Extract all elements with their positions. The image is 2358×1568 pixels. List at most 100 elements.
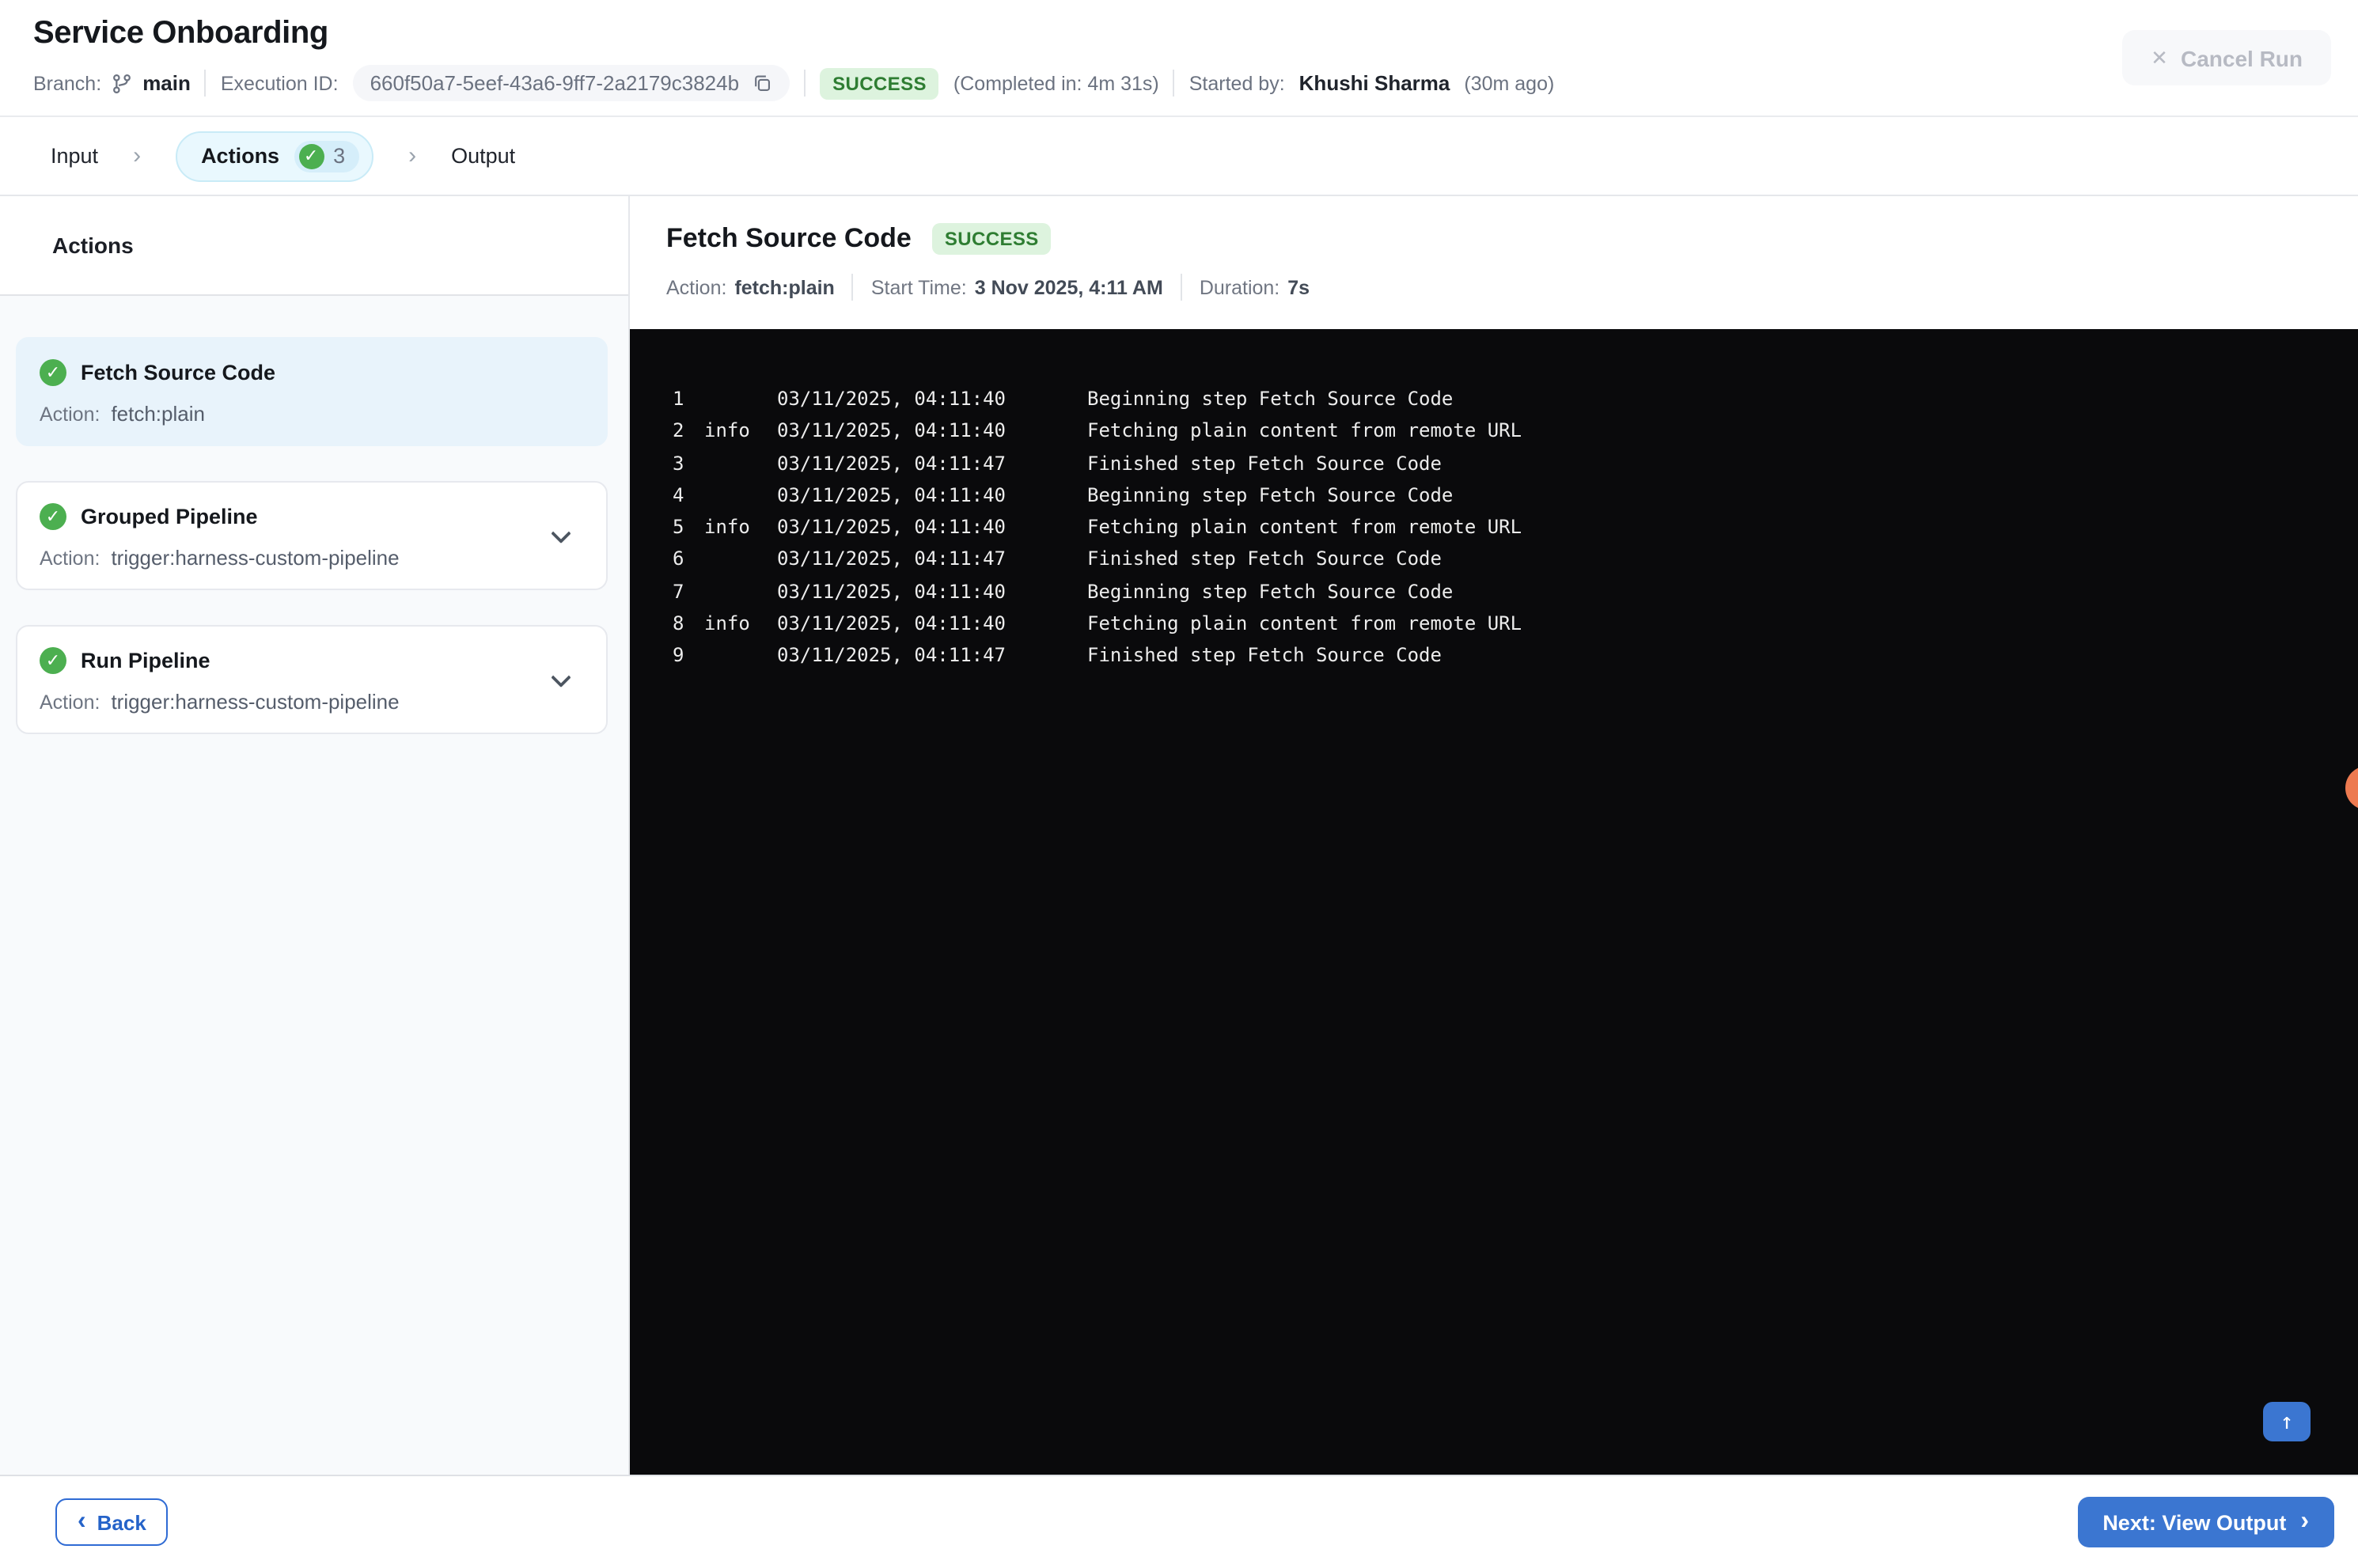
action-card-title-row: ✓ Grouped Pipeline xyxy=(40,503,584,530)
next-label: Next: View Output xyxy=(2102,1510,2287,1534)
action-list: ✓ Fetch Source Code Action: fetch:plain ✓ Gro… xyxy=(0,296,628,1475)
tab-output[interactable]: Output xyxy=(451,144,515,168)
execution-id-value: 660f50a7-5eef-43a6-9ff7-2a2179c3824b xyxy=(370,71,740,95)
action-card[interactable]: ✓ Grouped Pipeline Action: trigger:harness-… xyxy=(16,481,608,590)
run-status-badge: SUCCESS xyxy=(820,67,939,99)
divider xyxy=(804,70,806,97)
meta-start-time-value: 3 Nov 2025, 4:11 AM xyxy=(974,276,1163,298)
log-line: 1 03/11/2025, 04:11:40 Beginning step Fetc… xyxy=(673,383,2358,415)
success-check-icon: ✓ xyxy=(40,647,66,674)
success-check-icon: ✓ xyxy=(40,359,66,386)
action-value: fetch:plain xyxy=(111,402,205,426)
log-line-number: 7 xyxy=(673,580,684,603)
page-header: Service Onboarding Branch: main Executio… xyxy=(0,0,2358,117)
tab-actions[interactable]: Actions ✓ 3 xyxy=(176,131,374,181)
step-status-badge: SUCCESS xyxy=(931,223,1052,255)
log-line: 4 03/11/2025, 04:11:40 Beginning step Fetc… xyxy=(673,479,2358,512)
action-card-title: Fetch Source Code xyxy=(81,361,276,384)
chevron-right-icon: › xyxy=(408,142,417,169)
action-value: trigger:harness-custom-pipeline xyxy=(111,690,400,714)
action-card[interactable]: ✓ Run Pipeline Action: trigger:harness-cust… xyxy=(16,625,608,734)
log-console[interactable]: 1 03/11/2025, 04:11:40 Beginning step Fetc… xyxy=(630,329,2358,1475)
log-line-message: Finished step Fetch Source Code xyxy=(1087,644,1442,667)
step-meta: Action: fetch:plain Start Time: 3 Nov 20… xyxy=(666,274,2358,301)
log-line-tag: info xyxy=(704,612,750,635)
log-line-tag xyxy=(704,640,777,672)
log-line-timestamp: 03/11/2025, 04:11:47 xyxy=(777,644,1006,667)
started-by-label: Started by: xyxy=(1188,72,1285,94)
log-line-timestamp: 03/11/2025, 04:11:47 xyxy=(777,547,1006,570)
log-line-number: 6 xyxy=(673,547,684,570)
log-line-message: Finished step Fetch Source Code xyxy=(1087,547,1442,570)
log-line-tag: info xyxy=(704,516,750,539)
cancel-run-label: Cancel Run xyxy=(2180,45,2303,70)
log-line-message: Beginning step Fetch Source Code xyxy=(1087,580,1454,603)
log-line-message: Finished step Fetch Source Code xyxy=(1087,452,1442,475)
completed-in-text: (Completed in: 4m 31s) xyxy=(953,72,1159,94)
chevron-left-icon: ‹ xyxy=(78,1507,86,1534)
meta-duration-value: 7s xyxy=(1287,276,1310,298)
log-line-number: 8 xyxy=(673,612,684,635)
git-branch-icon xyxy=(111,72,133,94)
action-label: Action: xyxy=(40,547,100,570)
actions-sidebar: Actions ✓ Fetch Source Code Action: fetch:p… xyxy=(0,196,630,1475)
log-line-timestamp: 03/11/2025, 04:11:40 xyxy=(777,580,1006,603)
log-line-message: Fetching plain content from remote URL xyxy=(1087,612,1522,635)
cancel-run-button[interactable]: ✕ Cancel Run xyxy=(2122,30,2331,85)
action-card-meta: Action: fetch:plain xyxy=(40,402,584,426)
app-root: Service Onboarding Branch: main Executio… xyxy=(0,0,2358,1568)
execution-meta: Branch: main Execution ID: 660f50a7-5eef… xyxy=(33,65,2358,101)
action-label: Action: xyxy=(40,403,100,426)
log-line-number: 3 xyxy=(673,452,684,475)
log-line: 9 03/11/2025, 04:11:47 Finished step Fetch… xyxy=(673,640,2358,672)
action-card-title: Grouped Pipeline xyxy=(81,505,258,528)
action-card-meta: Action: trigger:harness-custom-pipeline xyxy=(40,546,584,570)
sidebar-heading-label: Actions xyxy=(52,233,134,258)
branch-name: main xyxy=(142,71,191,95)
tab-input[interactable]: Input xyxy=(51,144,98,168)
log-line-message: Beginning step Fetch Source Code xyxy=(1087,483,1454,506)
action-card[interactable]: ✓ Fetch Source Code Action: fetch:plain xyxy=(16,337,608,446)
back-button[interactable]: ‹ Back xyxy=(55,1498,169,1546)
log-line: 5 info 03/11/2025, 04:11:40 Fetching plain … xyxy=(673,511,2358,543)
log-line-message: Fetching plain content from remote URL xyxy=(1087,516,1522,539)
action-card-title-row: ✓ Run Pipeline xyxy=(40,647,584,674)
sidebar-heading: Actions xyxy=(0,196,628,296)
step-detail-panel: Fetch Source Code SUCCESS Action: fetch:… xyxy=(630,196,2358,1475)
log-line-timestamp: 03/11/2025, 04:11:40 xyxy=(777,516,1006,539)
divider xyxy=(851,274,854,301)
success-check-icon: ✓ xyxy=(40,503,66,530)
meta-action-value: fetch:plain xyxy=(734,276,835,298)
log-line-number: 5 xyxy=(673,516,684,539)
copy-icon[interactable] xyxy=(752,73,772,93)
log-line-tag: info xyxy=(704,419,750,442)
execution-id-label: Execution ID: xyxy=(220,72,339,94)
log-line-message: Beginning step Fetch Source Code xyxy=(1087,388,1454,410)
log-line-tag xyxy=(704,383,777,415)
started-ago-text: (30m ago) xyxy=(1464,72,1555,94)
actions-count-badge: ✓ 3 xyxy=(294,140,360,172)
log-line: 3 03/11/2025, 04:11:47 Finished step Fetch… xyxy=(673,447,2358,479)
log-line-message: Fetching plain content from remote URL xyxy=(1087,419,1522,442)
meta-start-time-label: Start Time: xyxy=(870,276,967,298)
log-line-timestamp: 03/11/2025, 04:11:47 xyxy=(777,452,1006,475)
log-line-timestamp: 03/11/2025, 04:11:40 xyxy=(777,419,1006,442)
content-body: Actions ✓ Fetch Source Code Action: fetch:p… xyxy=(0,196,2358,1475)
meta-action-label: Action: xyxy=(666,276,727,298)
started-by-name: Khushi Sharma xyxy=(1298,71,1450,95)
log-line: 7 03/11/2025, 04:11:40 Beginning step Fetc… xyxy=(673,576,2358,608)
notification-dot[interactable] xyxy=(2345,766,2358,810)
scroll-to-top-button[interactable]: ↑ xyxy=(2263,1402,2311,1441)
log-line-number: 2 xyxy=(673,419,684,442)
log-line-timestamp: 03/11/2025, 04:11:40 xyxy=(777,483,1006,506)
step-title: Fetch Source Code xyxy=(666,223,912,253)
tab-actions-label: Actions xyxy=(201,144,280,168)
arrow-up-icon: ↑ xyxy=(2280,1409,2294,1434)
log-line: 2 info 03/11/2025, 04:11:40 Fetching plain … xyxy=(673,415,2358,448)
chevron-right-icon: › xyxy=(133,142,142,169)
execution-id-chip[interactable]: 660f50a7-5eef-43a6-9ff7-2a2179c3824b xyxy=(352,65,790,101)
divider xyxy=(1173,70,1175,97)
step-detail-header: Fetch Source Code SUCCESS Action: fetch:… xyxy=(630,196,2358,329)
log-line-tag xyxy=(704,447,777,479)
next-button[interactable]: Next: View Output › xyxy=(2077,1497,2334,1547)
